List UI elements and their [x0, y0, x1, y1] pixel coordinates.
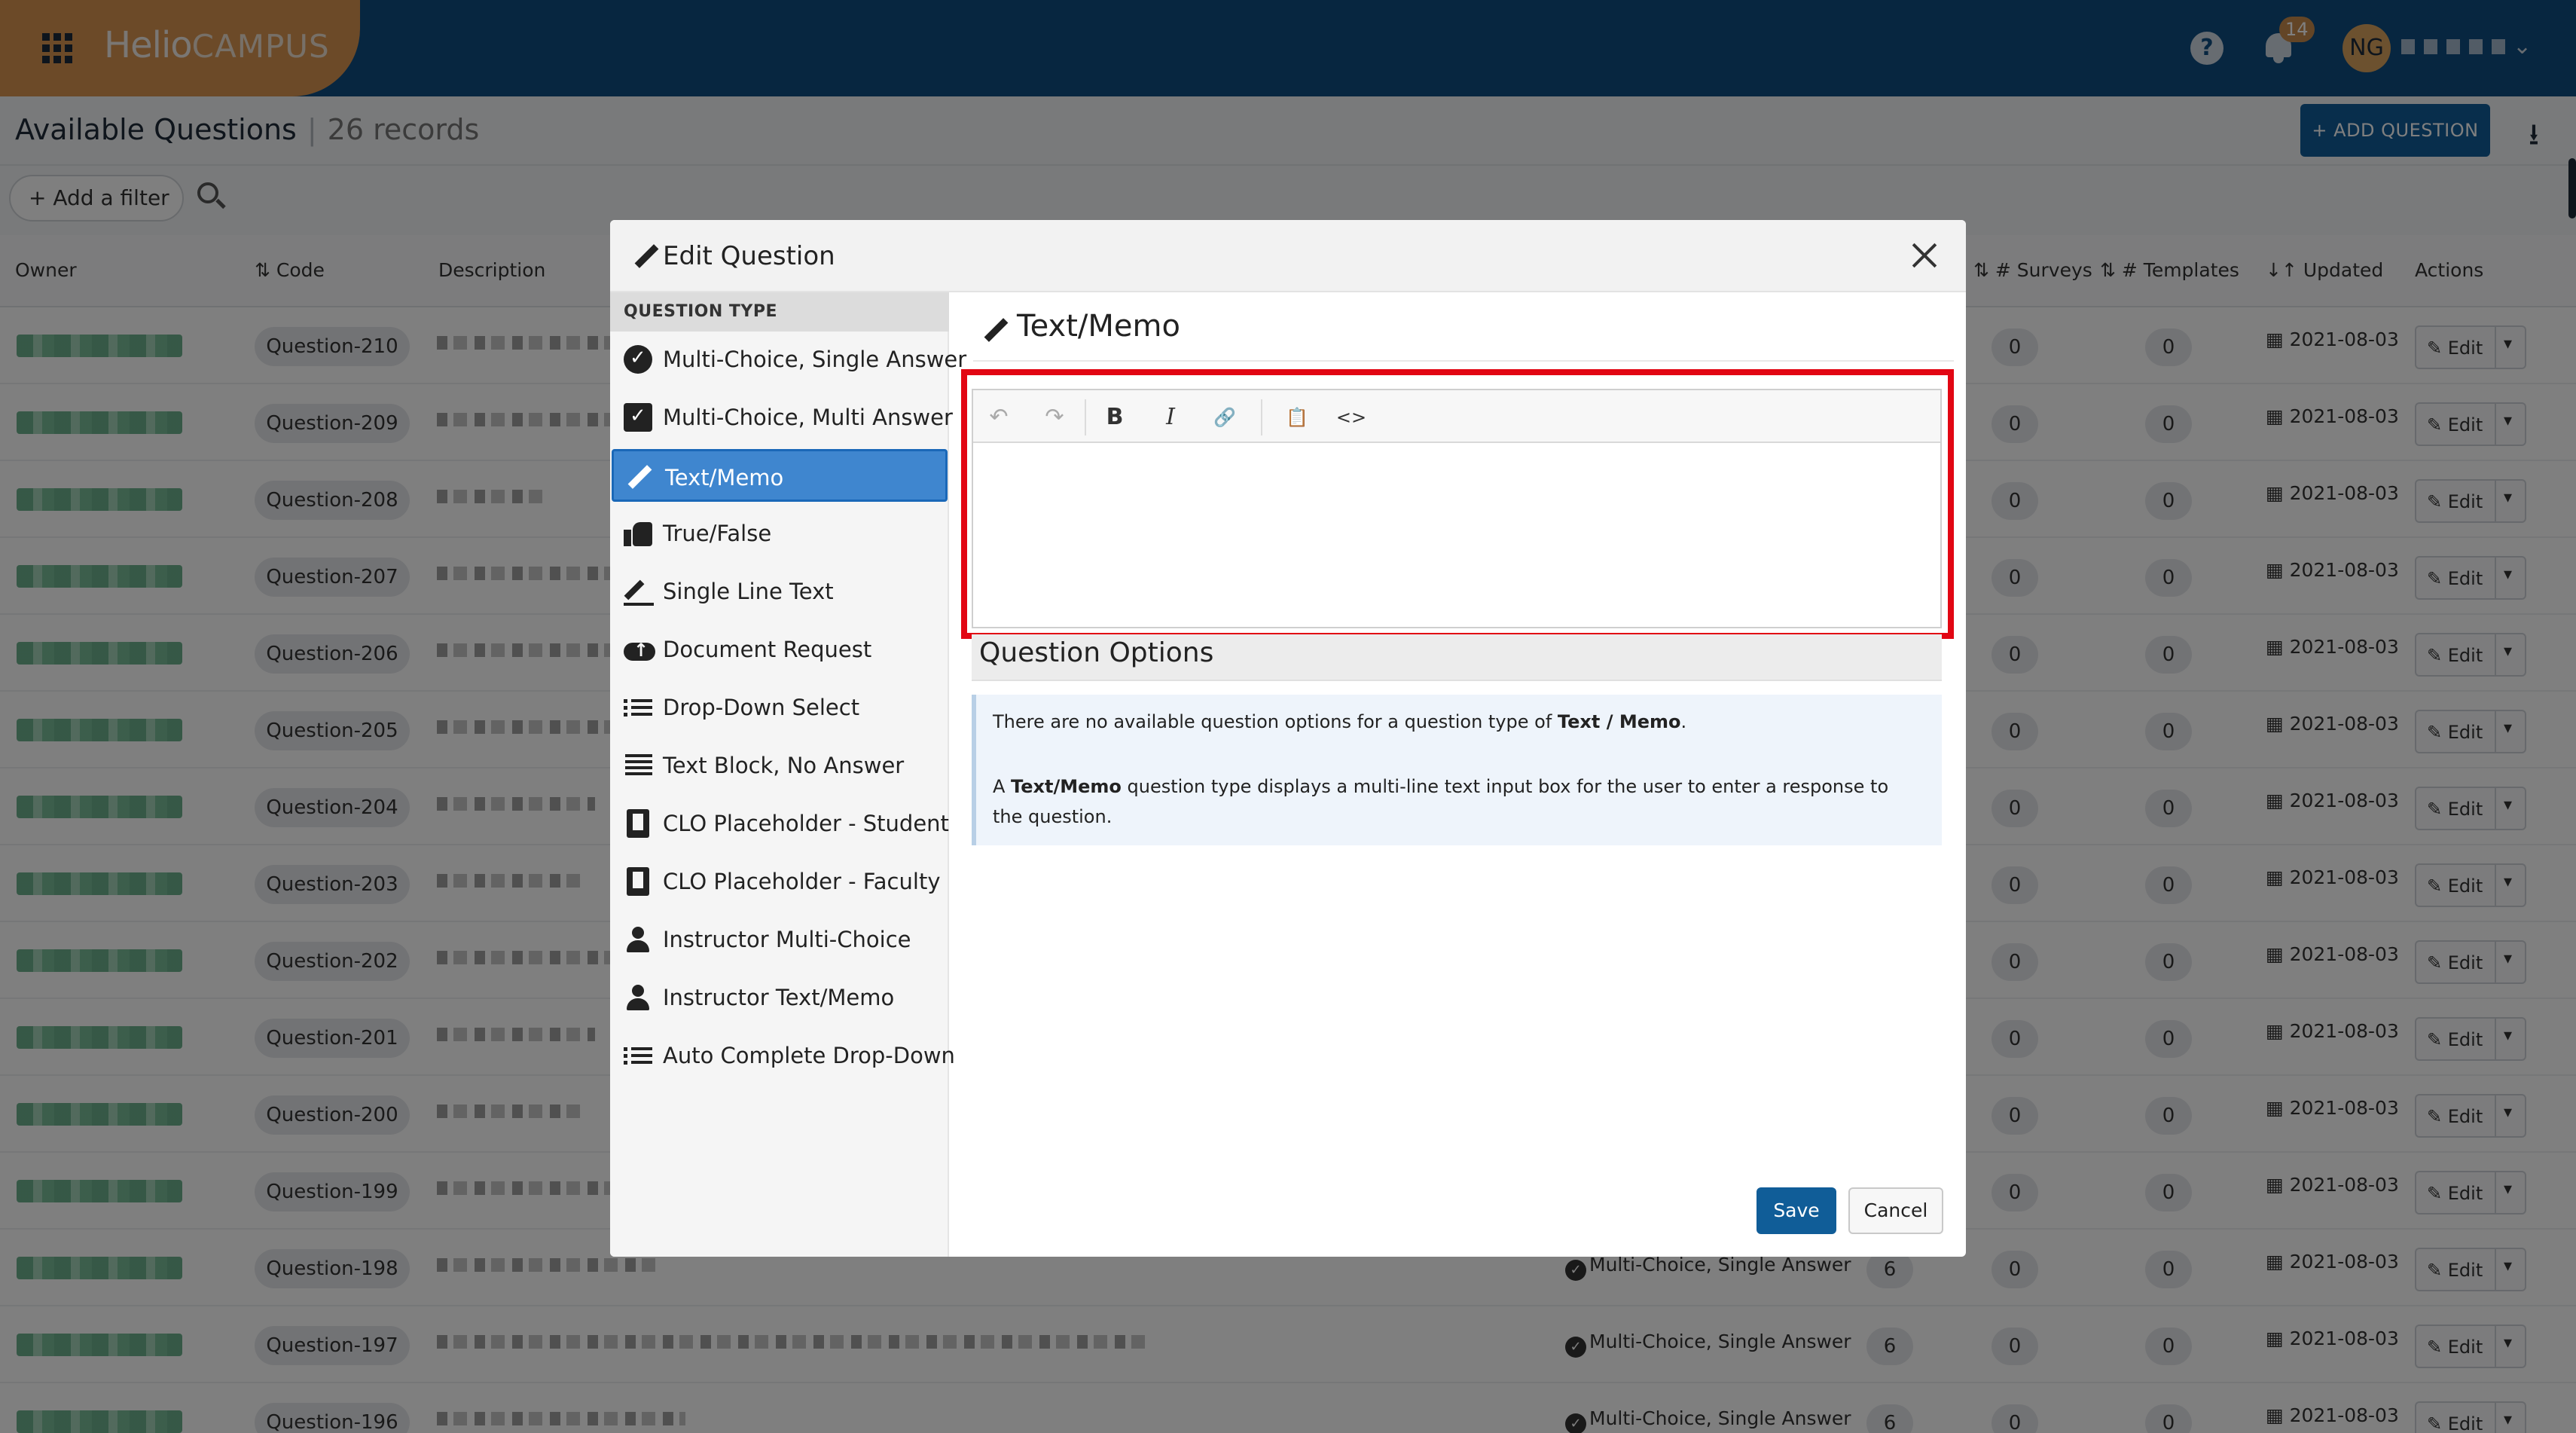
cancel-button[interactable]: Cancel [1848, 1187, 1943, 1234]
pencil-icon [982, 316, 1009, 344]
question-type-label: True/False [663, 521, 772, 546]
question-type-item[interactable]: CLO Placeholder - Student [612, 797, 949, 850]
question-type-item[interactable]: Instructor Text/Memo [612, 971, 948, 1024]
user-icon [624, 983, 652, 1012]
question-type-label: Document Request [663, 637, 872, 662]
question-type-item[interactable]: Auto Complete Drop-Down [612, 1029, 955, 1082]
question-type-label: Text Block, No Answer [663, 753, 905, 778]
thumbs-up-icon [624, 519, 652, 548]
square-check-icon [624, 403, 652, 432]
pencil-icon [633, 243, 658, 268]
list-icon [624, 1041, 652, 1070]
book-icon [627, 867, 649, 896]
question-type-item[interactable]: CLO Placeholder - Faculty [612, 855, 948, 908]
question-type-item[interactable]: Text/Memo [612, 449, 948, 502]
modal-title: Edit Question [663, 241, 835, 271]
highlight-annotation [961, 369, 1954, 639]
question-type-header: QUESTION TYPE [610, 292, 949, 332]
divider [973, 360, 1954, 362]
align-justify-icon [624, 751, 652, 780]
question-type-item[interactable]: Multi-Choice, Single Answer [612, 333, 966, 386]
question-type-label: Instructor Multi-Choice [663, 927, 911, 952]
pen-line-icon [624, 577, 654, 606]
book-icon [627, 809, 649, 838]
question-type-item[interactable]: Text Block, No Answer [612, 739, 948, 792]
circle-check-icon [624, 345, 652, 374]
pencil-icon [626, 463, 655, 492]
question-type-label: Text/Memo [665, 465, 784, 490]
question-type-label: Drop-Down Select [663, 695, 860, 720]
list-icon [624, 693, 652, 722]
question-type-label: Auto Complete Drop-Down [663, 1043, 955, 1068]
question-type-item[interactable]: Multi-Choice, Multi Answer [612, 391, 953, 444]
user-icon [624, 925, 652, 954]
question-type-label: Multi-Choice, Multi Answer [663, 405, 953, 430]
question-type-label: Instructor Text/Memo [663, 985, 895, 1010]
question-type-item[interactable]: Drop-Down Select [612, 681, 948, 734]
question-type-item[interactable]: Instructor Multi-Choice [612, 913, 948, 966]
question-type-label: CLO Placeholder - Faculty [663, 869, 941, 894]
question-type-label: Single Line Text [663, 579, 834, 604]
question-type-item[interactable]: Document Request [612, 623, 948, 676]
question-type-label: CLO Placeholder - Student [663, 811, 949, 836]
info-description: A Text/Memo question type displays a mul… [993, 776, 1889, 827]
cloud-upload-icon [624, 635, 655, 664]
close-icon[interactable] [1909, 240, 1940, 271]
question-type-item[interactable]: True/False [612, 507, 948, 560]
question-type-title: Text/Memo [1017, 309, 1180, 344]
save-button[interactable]: Save [1757, 1187, 1836, 1234]
question-options-title: Question Options [979, 637, 1214, 668]
info-text: There are no available question options … [993, 711, 1687, 732]
edit-question-modal: Edit Question QUESTION TYPE Multi-Choice… [610, 220, 1966, 1257]
question-type-label: Multi-Choice, Single Answer [663, 347, 967, 372]
question-type-item[interactable]: Single Line Text [612, 565, 948, 618]
